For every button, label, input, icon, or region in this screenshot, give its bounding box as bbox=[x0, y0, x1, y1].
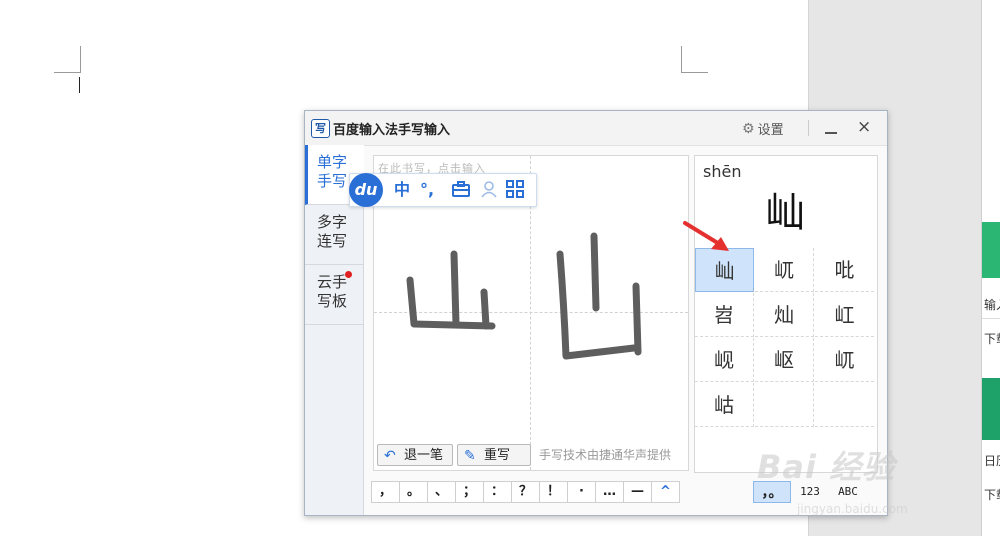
settings-label: 设置 bbox=[757, 123, 784, 138]
candidate-panel: shēn 屾 屾 屼 吡 岧 灿 屸 岘 岖 屼 岵 bbox=[694, 155, 878, 473]
undo-stroke-button[interactable]: ↶ 退一笔 bbox=[377, 444, 453, 466]
punctuation-mode-toggle[interactable]: °, bbox=[420, 180, 434, 200]
punct-key[interactable]: ， bbox=[371, 481, 400, 503]
side-card-green[interactable] bbox=[982, 222, 1000, 278]
candidate-cell[interactable]: 屼 bbox=[755, 248, 814, 292]
side-card-green-2[interactable] bbox=[982, 378, 1000, 440]
tab-label-line2: 连写 bbox=[317, 232, 348, 250]
stroke-2 bbox=[406, 276, 496, 330]
candidate-cell[interactable]: 屼 bbox=[815, 338, 874, 382]
stroke-6 bbox=[632, 282, 642, 356]
watermark: Bai 经验 jingyan.baidu.com bbox=[757, 432, 977, 536]
side-panel: 输入 下载 日历 下载 bbox=[981, 0, 1000, 536]
handwriting-credit: 手写技术由捷通华声提供 bbox=[539, 448, 672, 462]
toolbox-icon[interactable] bbox=[452, 180, 470, 203]
watermark-url: jingyan.baidu.com bbox=[797, 502, 908, 516]
punct-key[interactable]: · bbox=[567, 481, 596, 503]
punct-key[interactable]: ： bbox=[483, 481, 512, 503]
undo-icon: ↶ bbox=[384, 448, 396, 464]
margin-corner-top-right bbox=[681, 46, 708, 73]
side-text-4[interactable]: 下载 bbox=[984, 486, 1000, 503]
stroke-4 bbox=[590, 232, 600, 312]
punct-key[interactable]: 、 bbox=[427, 481, 456, 503]
tab-cloud-board[interactable]: 云手 写板 bbox=[305, 265, 363, 325]
stroke-1 bbox=[450, 250, 460, 328]
baidu-du-logo[interactable]: du bbox=[349, 173, 383, 207]
tab-label-line1: 云手 bbox=[317, 273, 348, 291]
candidate-cell[interactable]: 灿 bbox=[755, 293, 814, 337]
grid-icon[interactable] bbox=[506, 180, 524, 203]
side-text-1: 输入 bbox=[984, 298, 1000, 312]
rewrite-button[interactable]: ✎ 重写 bbox=[457, 444, 531, 466]
title-bar[interactable]: 写 百度输入法手写输入 ⚙ 设置 × bbox=[305, 111, 887, 146]
expand-up-icon[interactable]: ^ bbox=[651, 481, 680, 503]
settings-button[interactable]: ⚙ 设置 bbox=[742, 119, 784, 139]
tab-label-line1: 单字 bbox=[317, 153, 348, 171]
text-cursor bbox=[79, 77, 80, 93]
app-icon: 写 bbox=[311, 119, 330, 138]
watermark-text: Bai 经验 bbox=[757, 448, 896, 486]
undo-label: 退一笔 bbox=[404, 448, 444, 463]
tab-multi-char[interactable]: 多字 连写 bbox=[305, 205, 363, 265]
user-icon[interactable] bbox=[480, 180, 498, 203]
candidate-cell[interactable]: 岵 bbox=[695, 383, 754, 427]
side-text-3: 日历 bbox=[984, 454, 1000, 468]
stroke-3 bbox=[480, 288, 490, 330]
red-arrow-annotation bbox=[683, 221, 729, 251]
punct-key[interactable]: ！ bbox=[539, 481, 568, 503]
candidate-cell[interactable]: 岧 bbox=[695, 293, 754, 337]
punct-key[interactable]: — bbox=[623, 481, 652, 503]
candidate-cell[interactable]: 屸 bbox=[815, 293, 874, 337]
pinyin-reading: shēn bbox=[703, 162, 742, 181]
punctuation-bar: ， 。 、 ； ： ？ ！ · … — ^ bbox=[371, 481, 680, 503]
chinese-mode-toggle[interactable]: 中 bbox=[394, 180, 410, 200]
gear-icon: ⚙ bbox=[742, 120, 755, 137]
eraser-icon: ✎ bbox=[464, 448, 476, 464]
window-title: 百度输入法手写输入 bbox=[333, 123, 451, 138]
title-separator bbox=[808, 120, 809, 136]
candidate-cell bbox=[755, 383, 814, 427]
candidate-cell[interactable]: 岘 bbox=[695, 338, 754, 382]
candidate-cell bbox=[815, 383, 874, 427]
punct-key[interactable]: ； bbox=[455, 481, 484, 503]
punct-key[interactable]: 。 bbox=[399, 481, 428, 503]
candidate-cell[interactable]: 吡 bbox=[815, 248, 874, 292]
margin-corner-top-left bbox=[54, 46, 81, 73]
punct-key[interactable]: … bbox=[595, 481, 624, 503]
punct-key[interactable]: ？ bbox=[511, 481, 540, 503]
rewrite-label: 重写 bbox=[484, 448, 511, 463]
side-text-2[interactable]: 下载 bbox=[984, 330, 1000, 347]
tab-label-line1: 多字 bbox=[317, 213, 348, 231]
minimize-button[interactable] bbox=[825, 115, 839, 137]
candidate-cell[interactable]: 岖 bbox=[755, 338, 814, 382]
side-divider bbox=[982, 318, 1000, 319]
preview-character: 屾 bbox=[765, 190, 805, 236]
tab-label-line2: 写板 bbox=[317, 292, 348, 310]
notification-dot bbox=[345, 271, 352, 278]
baidu-floating-toolbar[interactable]: du 中 °, bbox=[349, 173, 537, 207]
close-button[interactable]: × bbox=[857, 117, 871, 137]
